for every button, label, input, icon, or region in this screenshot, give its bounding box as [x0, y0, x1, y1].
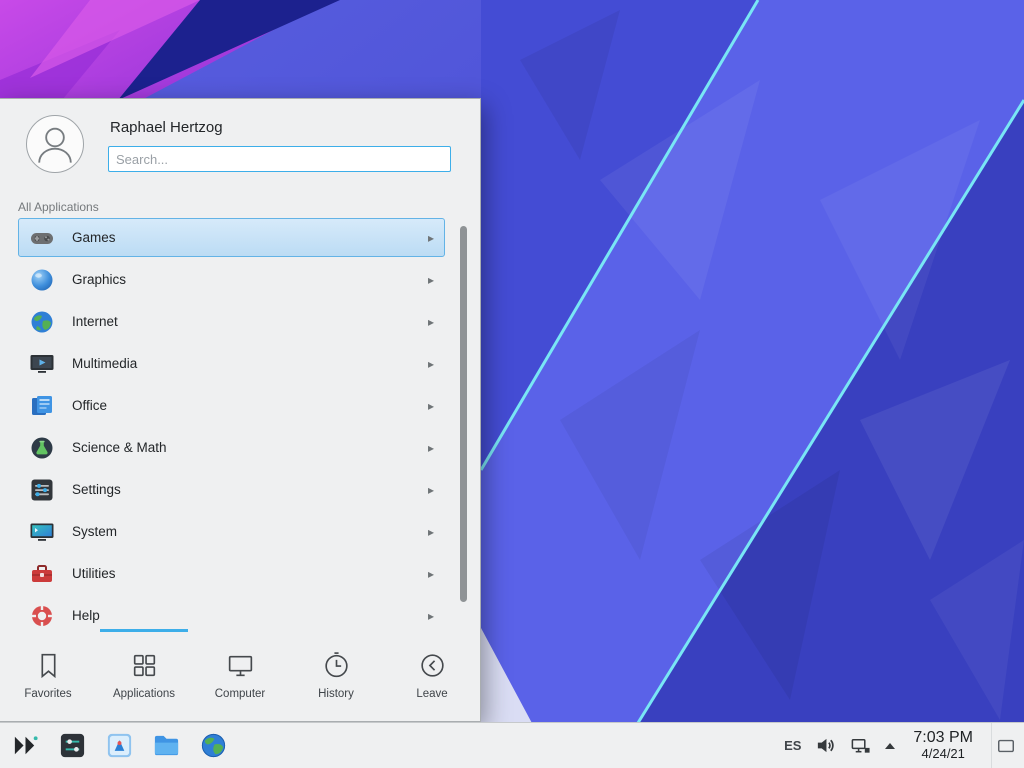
web-browser-icon	[199, 731, 228, 760]
web-browser-button[interactable]	[196, 729, 230, 763]
tab-label: History	[318, 688, 354, 700]
taskbar: ES 7:03 PM 4/24/21	[0, 722, 1024, 768]
chevron-right-icon: ▸	[428, 231, 434, 245]
launcher-tab-strip: Favorites Applications Computer History …	[0, 629, 480, 721]
utilities-icon	[29, 561, 55, 587]
category-label: Settings	[72, 482, 121, 497]
leave-icon	[417, 650, 448, 681]
clock[interactable]: 7:03 PM 4/24/21	[909, 729, 977, 761]
discover-button[interactable]	[102, 729, 136, 763]
tab-label: Applications	[113, 688, 175, 700]
category-games[interactable]: Games ▸	[18, 218, 445, 257]
tab-label: Leave	[416, 688, 447, 700]
category-label: Graphics	[72, 272, 126, 287]
bookmark-icon	[33, 650, 64, 681]
user-avatar[interactable]	[26, 115, 84, 173]
category-label: Utilities	[72, 566, 116, 581]
office-icon	[29, 393, 55, 419]
category-utilities[interactable]: Utilities ▸	[18, 554, 445, 593]
network-button[interactable]	[850, 735, 871, 756]
settings-icon	[29, 477, 55, 503]
app-launcher-button[interactable]	[8, 729, 42, 763]
expand-tray-icon	[885, 743, 895, 749]
volume-button[interactable]	[815, 735, 836, 756]
system-tray: ES 7:03 PM 4/24/21	[784, 723, 1024, 768]
clock-icon	[321, 650, 352, 681]
chevron-right-icon: ▸	[428, 441, 434, 455]
tab-label: Computer	[215, 688, 266, 700]
graphics-icon	[29, 267, 55, 293]
chevron-right-icon: ▸	[428, 525, 434, 539]
chevron-right-icon: ▸	[428, 567, 434, 581]
clock-date: 4/24/21	[913, 747, 973, 762]
user-icon	[29, 118, 81, 170]
category-label: Internet	[72, 314, 118, 329]
chevron-right-icon: ▸	[428, 357, 434, 371]
tab-favorites[interactable]: Favorites	[0, 629, 96, 721]
taskbar-launchers	[0, 729, 230, 763]
multimedia-icon	[29, 351, 55, 377]
chevron-right-icon: ▸	[428, 483, 434, 497]
category-graphics[interactable]: Graphics ▸	[18, 260, 445, 299]
show-desktop-button[interactable]	[991, 723, 1020, 768]
tab-history[interactable]: History	[288, 629, 384, 721]
volume-icon	[815, 735, 836, 756]
file-manager-button[interactable]	[149, 729, 183, 763]
search-input[interactable]	[108, 146, 451, 172]
category-settings[interactable]: Settings ▸	[18, 470, 445, 509]
category-label: Help	[72, 608, 100, 623]
keyboard-layout-indicator[interactable]: ES	[784, 738, 801, 753]
system-tweaks-icon	[58, 731, 87, 760]
kickoff-icon	[11, 731, 40, 760]
category-multimedia[interactable]: Multimedia ▸	[18, 344, 445, 383]
category-office[interactable]: Office ▸	[18, 386, 445, 425]
category-label: Multimedia	[72, 356, 137, 371]
section-label: All Applications	[18, 200, 99, 214]
category-label: Office	[72, 398, 107, 413]
category-label: Games	[72, 230, 116, 245]
category-list: Games ▸ Graphics ▸ Internet ▸	[18, 218, 445, 630]
tab-label: Favorites	[24, 688, 71, 700]
category-help[interactable]: Help ▸	[18, 596, 445, 630]
network-icon	[850, 735, 871, 756]
grid-icon	[129, 650, 160, 681]
chevron-right-icon: ▸	[428, 609, 434, 623]
scrollbar-thumb[interactable]	[460, 226, 467, 602]
monitor-icon	[225, 650, 256, 681]
tab-leave[interactable]: Leave	[384, 629, 480, 721]
category-label: Science & Math	[72, 440, 167, 455]
tab-computer[interactable]: Computer	[192, 629, 288, 721]
tab-applications[interactable]: Applications	[96, 629, 192, 721]
category-label: System	[72, 524, 117, 539]
application-launcher: Raphael Hertzog All Applications Games ▸…	[0, 98, 481, 722]
file-manager-icon	[152, 731, 181, 760]
desktop: Raphael Hertzog All Applications Games ▸…	[0, 0, 1024, 768]
science-icon	[29, 435, 55, 461]
chevron-right-icon: ▸	[428, 273, 434, 287]
category-system[interactable]: System ▸	[18, 512, 445, 551]
category-internet[interactable]: Internet ▸	[18, 302, 445, 341]
games-icon	[29, 225, 55, 251]
internet-icon	[29, 309, 55, 335]
system-icon	[29, 519, 55, 545]
system-tweaks-button[interactable]	[55, 729, 89, 763]
discover-icon	[105, 731, 134, 760]
category-science-math[interactable]: Science & Math ▸	[18, 428, 445, 467]
chevron-right-icon: ▸	[428, 399, 434, 413]
user-name: Raphael Hertzog	[110, 119, 223, 136]
help-icon	[29, 603, 55, 629]
active-tab-indicator	[100, 629, 188, 632]
expand-tray-button[interactable]	[885, 743, 895, 749]
clock-time: 7:03 PM	[913, 729, 973, 747]
chevron-right-icon: ▸	[428, 315, 434, 329]
show-desktop-icon	[996, 736, 1016, 756]
